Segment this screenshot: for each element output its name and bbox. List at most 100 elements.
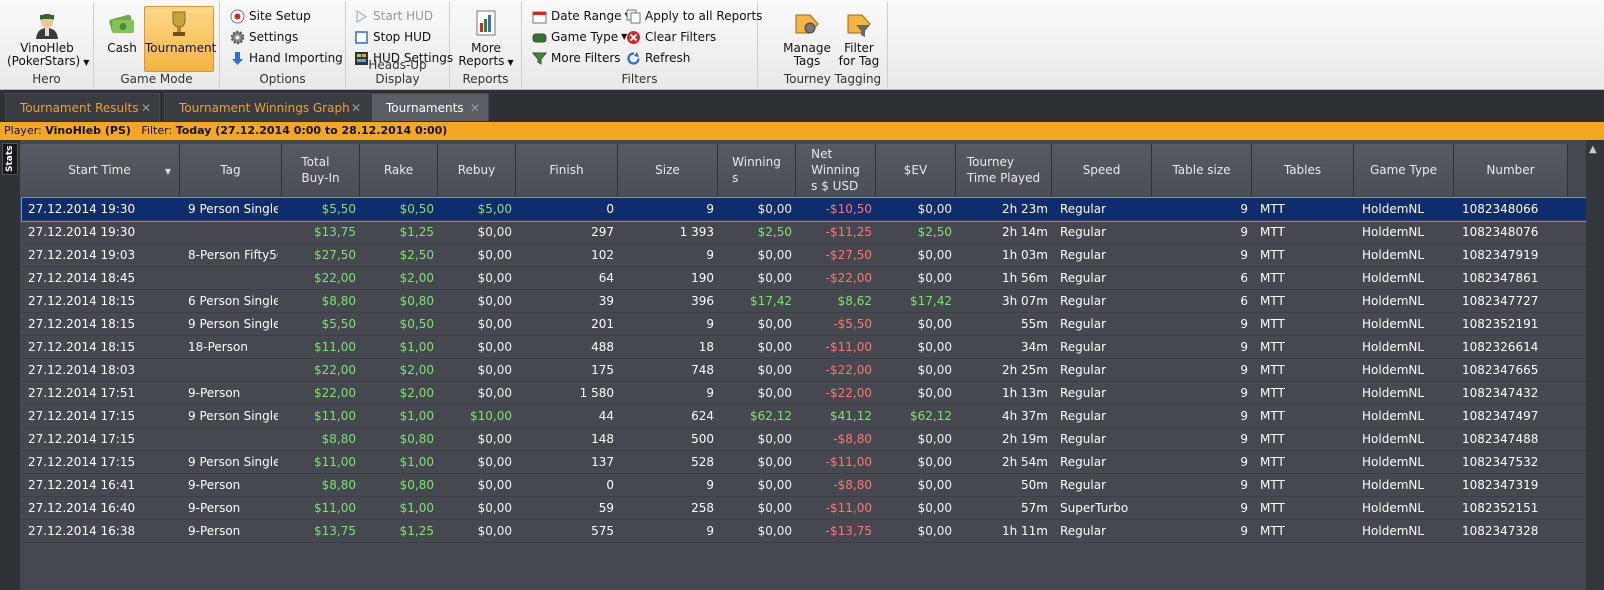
cell-game-type: HoldemNL bbox=[1362, 202, 1425, 216]
settings-button[interactable]: Settings bbox=[230, 27, 298, 47]
column-header-speed[interactable]: Speed bbox=[1052, 144, 1152, 196]
start-hud-button[interactable]: Start HUD bbox=[354, 6, 433, 26]
close-icon[interactable]: ✕ bbox=[351, 94, 361, 122]
column-header-ev[interactable]: $EV bbox=[876, 144, 956, 196]
column-header-size[interactable]: Size bbox=[618, 144, 718, 196]
cell-size: 190 bbox=[691, 271, 714, 285]
column-header-line: Speed bbox=[1082, 163, 1121, 177]
more-filters-button[interactable]: More Filters bbox=[532, 48, 621, 68]
cell-game-type: HoldemNL bbox=[1362, 340, 1425, 354]
tab-tournament-winnings-graph[interactable]: Tournament Winnings Graph ✕ bbox=[164, 93, 370, 121]
cell-size: 9 bbox=[706, 478, 714, 492]
cell-time-played: 2h 14m bbox=[1001, 225, 1048, 239]
tab-tournament-results[interactable]: Tournament Results ✕ bbox=[5, 93, 160, 121]
vertical-scrollbar[interactable]: ▲ bbox=[1586, 140, 1604, 590]
cell-rebuy: $0,00 bbox=[477, 386, 512, 400]
close-icon[interactable]: ✕ bbox=[141, 94, 151, 122]
column-header-number[interactable]: Number bbox=[1454, 144, 1568, 196]
cell-net-winnings: -$27,50 bbox=[825, 248, 872, 262]
date-range-button[interactable]: Date Range▼ bbox=[532, 6, 631, 26]
apply-all-reports-button[interactable]: Apply to all Reports bbox=[626, 6, 762, 26]
tab-tournaments[interactable]: Tournaments ✕ bbox=[371, 93, 489, 121]
cell-rake: $1,00 bbox=[399, 409, 434, 423]
cell-winnings: $0,00 bbox=[757, 317, 792, 331]
clear-filters-label: Clear Filters bbox=[645, 30, 717, 44]
cell-rake: $2,00 bbox=[399, 386, 434, 400]
column-header-finish[interactable]: Finish bbox=[516, 144, 618, 196]
column-header-label: Net Winning s $ USD bbox=[811, 146, 860, 194]
column-header-rake[interactable]: Rake bbox=[360, 144, 438, 196]
cell-number: 1082347532 bbox=[1462, 455, 1539, 469]
table-row[interactable]: 27.12.2014 18:15 18-Person $11,00 $1,00 $0,0… bbox=[22, 336, 1586, 359]
table-row[interactable]: 27.12.2014 19:30 $13,75 $1,25 $0,00 297 1 393… bbox=[22, 221, 1586, 244]
stop-icon bbox=[355, 30, 368, 44]
site-setup-button[interactable]: Site Setup bbox=[230, 6, 311, 26]
column-header-start-time[interactable]: Start Time ▼ bbox=[20, 144, 180, 196]
close-icon[interactable]: ✕ bbox=[470, 94, 480, 122]
column-header-table-size[interactable]: Table size bbox=[1152, 144, 1252, 196]
table-row[interactable]: 27.12.2014 18:45 $22,00 $2,00 $0,00 64 190 $0,… bbox=[22, 267, 1586, 290]
column-header-game-type[interactable]: Game Type bbox=[1354, 144, 1454, 196]
stats-tab[interactable]: Stats bbox=[2, 143, 18, 175]
hand-importing-button[interactable]: Hand Importing bbox=[230, 48, 343, 68]
table-row[interactable]: 27.12.2014 17:15 $8,80 $0,80 $0,00 148 500 $0,… bbox=[22, 428, 1586, 451]
tournament-button[interactable]: Tournament bbox=[144, 6, 216, 72]
cell-game-type: HoldemNL bbox=[1362, 271, 1425, 285]
filter-for-tag-button[interactable]: Filter for Tag bbox=[834, 6, 884, 70]
cell-start-time: 27.12.2014 16:41 bbox=[28, 478, 136, 492]
refresh-button[interactable]: Refresh bbox=[626, 48, 690, 68]
game-type-button[interactable]: Game Type ▼ bbox=[532, 27, 627, 47]
cell-rake: $1,25 bbox=[399, 225, 434, 239]
cell-time-played: 1h 11m bbox=[1001, 524, 1048, 538]
cell-start-time: 27.12.2014 17:15 bbox=[28, 455, 136, 469]
sort-descending-icon[interactable]: ▼ bbox=[165, 164, 171, 180]
column-header-line: Rebuy bbox=[457, 163, 496, 177]
clear-filters-button[interactable]: Clear Filters bbox=[626, 27, 716, 47]
stop-hud-button[interactable]: Stop HUD bbox=[354, 27, 431, 47]
hero-button[interactable]: VinoHleb (PokerStars) ▼ bbox=[6, 6, 89, 70]
column-header-winnings[interactable]: Winning s bbox=[718, 144, 796, 196]
cell-number: 1082347665 bbox=[1462, 363, 1539, 377]
table-row[interactable]: 27.12.2014 17:15 9 Person Single Ta $11,00… bbox=[22, 451, 1586, 474]
tab-label: Tournament Results bbox=[20, 101, 139, 115]
table-row[interactable]: 27.12.2014 19:30 9 Person Single Ta $5,50 $… bbox=[21, 197, 1586, 222]
column-header-time-played[interactable]: Tourney Time Played bbox=[956, 144, 1052, 196]
column-header-total-buy-in[interactable]: Total Buy-In bbox=[282, 144, 360, 196]
cell-net-winnings: -$5,50 bbox=[833, 317, 872, 331]
table-row[interactable]: 27.12.2014 19:03 8-Person Fifty50 $27,50 $2… bbox=[22, 244, 1586, 267]
cell-tables: MTT bbox=[1260, 202, 1285, 216]
cell-size: 528 bbox=[691, 455, 714, 469]
column-header-rebuy[interactable]: Rebuy bbox=[438, 144, 516, 196]
table-row[interactable]: 27.12.2014 18:15 6 Person Single Ta $8,80 $… bbox=[22, 290, 1586, 313]
tab-label: Tournaments bbox=[386, 101, 464, 115]
column-header-tag[interactable]: Tag bbox=[180, 144, 282, 196]
table-row[interactable]: 27.12.2014 17:15 9 Person Single Ta $11,00… bbox=[22, 405, 1586, 428]
table-row[interactable]: 27.12.2014 18:03 $22,00 $2,00 $0,00 175 748 $0… bbox=[22, 359, 1586, 382]
table-row[interactable]: 27.12.2014 18:15 9 Person Single Ta $5,50 $… bbox=[22, 313, 1586, 336]
manage-tags-button[interactable]: Manage Tags bbox=[782, 6, 832, 70]
cell-ev: $0,00 bbox=[917, 432, 952, 446]
table-row[interactable]: 27.12.2014 16:38 9-Person $13,75 $1,25 $0,00… bbox=[22, 520, 1586, 543]
cell-rake: $0,50 bbox=[399, 202, 434, 216]
cell-rebuy: $0,00 bbox=[477, 271, 512, 285]
cell-size: 258 bbox=[691, 501, 714, 515]
scroll-up-icon[interactable]: ▲ bbox=[1589, 144, 1597, 155]
column-header-tables[interactable]: Tables bbox=[1252, 144, 1354, 196]
more-reports-button[interactable]: More Reports ▼ bbox=[456, 6, 516, 70]
column-header-net-winnings[interactable]: Net Winning s $ USD bbox=[796, 144, 876, 196]
table-row[interactable]: 27.12.2014 16:40 9-Person $11,00 $1,00 $0,00… bbox=[22, 497, 1586, 520]
cell-time-played: 2h 23m bbox=[1001, 202, 1048, 216]
table-row[interactable]: 27.12.2014 17:51 9-Person $22,00 $2,00 $0,00… bbox=[22, 382, 1586, 405]
cell-finish: 102 bbox=[591, 248, 614, 262]
table-row[interactable]: 27.12.2014 16:41 9-Person $8,80 $0,80 $0,00 0… bbox=[22, 474, 1586, 497]
column-header-label: Start Time bbox=[68, 162, 131, 178]
cell-start-time: 27.12.2014 17:15 bbox=[28, 432, 136, 446]
cash-button[interactable]: Cash bbox=[102, 6, 142, 70]
cell-ev: $0,00 bbox=[917, 524, 952, 538]
cell-time-played: 50m bbox=[1021, 478, 1048, 492]
cell-number: 1082352191 bbox=[1462, 317, 1539, 331]
cell-finish: 44 bbox=[598, 409, 614, 423]
cell-speed: Regular bbox=[1060, 432, 1107, 446]
cell-size: 1 393 bbox=[679, 225, 714, 239]
cell-tables: MTT bbox=[1260, 386, 1285, 400]
